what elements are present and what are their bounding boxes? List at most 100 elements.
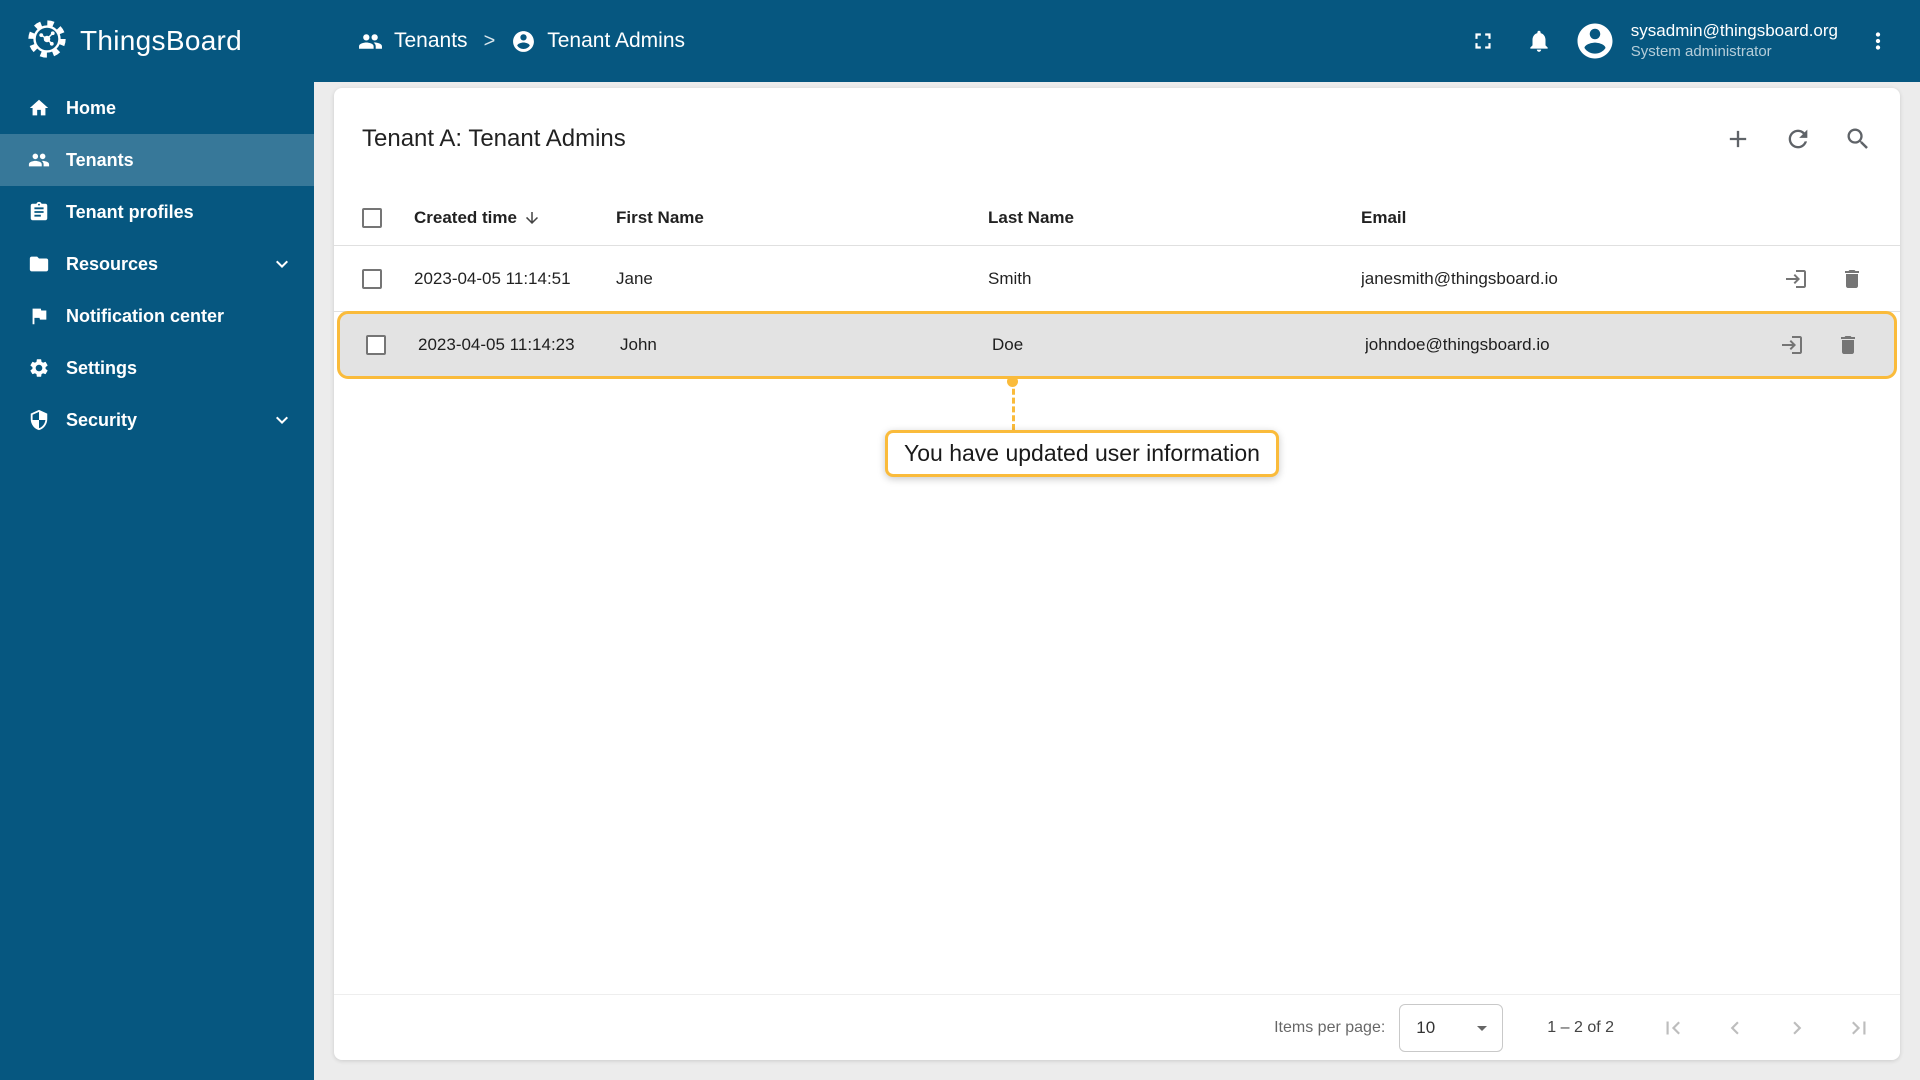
delete-user-button[interactable] [1840,267,1864,291]
first-page-icon [1666,1021,1680,1034]
sidebar-item-security[interactable]: Security [0,394,314,446]
sidebar-item-label: Resources [66,253,159,274]
column-label: Created time [414,207,517,227]
sort-descending-icon [525,211,538,224]
table-row-highlighted[interactable]: 2023-04-05 11:14:23 John Doe johndoe@thi… [337,311,1897,379]
table-header-row: Created time First Name Last Name Email [334,190,1900,246]
add-user-button[interactable] [1714,115,1762,163]
row-checkbox[interactable] [366,335,386,355]
page-title: Tenant A: Tenant Admins [362,125,626,152]
chevron-down-icon [270,252,294,276]
trash-icon [1845,269,1859,288]
items-per-page-label: Items per page: [1274,1018,1386,1036]
last-page-icon [1852,1021,1866,1034]
user-avatar[interactable] [1571,17,1619,65]
people-icon [359,33,382,49]
sidebar-item-tenants[interactable]: Tenants [0,134,314,186]
sidebar-item-notification-center[interactable]: Notification center [0,290,314,342]
sidebar-item-tenant-profiles[interactable]: Tenant profiles [0,186,314,238]
people-icon [28,149,50,171]
column-header-email[interactable]: Email [1361,208,1750,228]
last-page-button[interactable] [1846,1015,1872,1041]
card-header: Tenant A: Tenant Admins [334,88,1900,190]
thingsboard-logo[interactable]: ThingsBoard [0,0,314,82]
breadcrumb-label: Tenants [394,29,468,52]
fullscreen-button[interactable] [1459,17,1507,65]
trash-icon [1841,336,1855,354]
chevron-down-icon [270,408,294,432]
sidebar-item-label: Home [66,97,117,118]
sidebar-item-label: Tenants [66,149,134,170]
breadcrumb-separator: > [483,29,496,52]
refresh-button[interactable] [1774,115,1822,163]
delete-user-button[interactable] [1836,333,1860,357]
sidebar-item-home[interactable]: Home [0,82,314,134]
chevron-left-icon [1730,1021,1739,1034]
sidebar-item-label: Settings [66,357,138,378]
account-circle-icon [513,30,535,52]
items-per-page-value: 10 [1416,1017,1436,1037]
tour-tooltip: You have updated user information [885,430,1279,477]
main-column: Tenants > Tenant Admins sysadmin@thingsb… [314,0,1920,1080]
shield-icon [28,409,50,431]
account-circle-icon [1577,23,1613,59]
pager-buttons [1660,1015,1872,1041]
items-per-page-select[interactable]: 10 [1399,1003,1504,1052]
user-meta: sysadmin@thingsboard.org System administ… [1631,20,1838,62]
sidebar-item-label: Notification center [66,305,225,326]
app-title: ThingsBoard [80,25,243,56]
bell-icon [1530,30,1548,52]
cell-first-name: Jane [616,268,653,288]
column-header-first-name[interactable]: First Name [616,208,988,228]
column-header-created-time[interactable]: Created time [414,208,616,228]
cell-last-name: Smith [988,268,1032,288]
app-root: ThingsBoard Home Tenants Tenant profiles [0,0,1920,1080]
sidebar-item-resources[interactable]: Resources [0,238,314,290]
cell-last-name: Doe [992,335,1024,354]
dropdown-arrow-icon [1477,1025,1488,1031]
tour-connector-line [1012,380,1015,430]
tenant-profile-icon [28,201,50,223]
thingsboard-gear-icon [24,16,70,67]
user-role: System administrator [1630,43,1772,61]
sidebar-item-label: Security [66,409,138,430]
gear-icon [28,357,50,379]
cell-email: johndoe@thingsboard.io [1365,335,1550,354]
login-as-user-button[interactable] [1784,267,1808,291]
more-menu-button[interactable] [1854,17,1902,65]
plus-icon [1729,130,1747,148]
home-icon [28,97,50,119]
first-page-button[interactable] [1660,1015,1686,1041]
breadcrumb-label: Tenant Admins [547,29,686,52]
tenant-admins-card: Tenant A: Tenant Admins Created time Fir… [334,88,1900,1060]
more-vert-icon [1875,32,1881,50]
breadcrumb-tenants[interactable]: Tenants [358,29,468,54]
cell-first-name: John [620,335,657,354]
next-page-button[interactable] [1784,1015,1810,1041]
user-email: sysadmin@thingsboard.org [1630,21,1838,41]
login-icon [1786,269,1806,288]
search-button[interactable] [1834,115,1882,163]
login-as-user-button[interactable] [1780,333,1804,357]
search-icon [1847,128,1868,149]
top-bar: Tenants > Tenant Admins sysadmin@thingsb… [314,0,1920,82]
paginator: Items per page: 10 1 – 2 of 2 [334,994,1900,1060]
chevron-right-icon [1793,1021,1802,1034]
select-all-checkbox[interactable] [362,207,382,228]
card-actions [1714,115,1882,163]
sidebar-item-settings[interactable]: Settings [0,342,314,394]
table-row[interactable]: 2023-04-05 11:14:51 Jane Smith janesmith… [334,246,1900,312]
folder-icon [28,253,50,275]
notifications-button[interactable] [1515,17,1563,65]
breadcrumb-tenant-admins[interactable]: Tenant Admins [511,29,685,54]
flag-icon [28,305,50,327]
previous-page-button[interactable] [1722,1015,1748,1041]
topbar-right: sysadmin@thingsboard.org System administ… [1459,17,1902,65]
content-area: Tenant A: Tenant Admins Created time Fir… [314,82,1920,1080]
column-header-last-name[interactable]: Last Name [988,208,1361,228]
sidebar: ThingsBoard Home Tenants Tenant profiles [0,0,314,1080]
row-checkbox[interactable] [362,268,382,289]
sidebar-item-label: Tenant profiles [66,201,194,222]
fullscreen-icon [1475,33,1491,49]
pagination-range: 1 – 2 of 2 [1547,1018,1614,1036]
